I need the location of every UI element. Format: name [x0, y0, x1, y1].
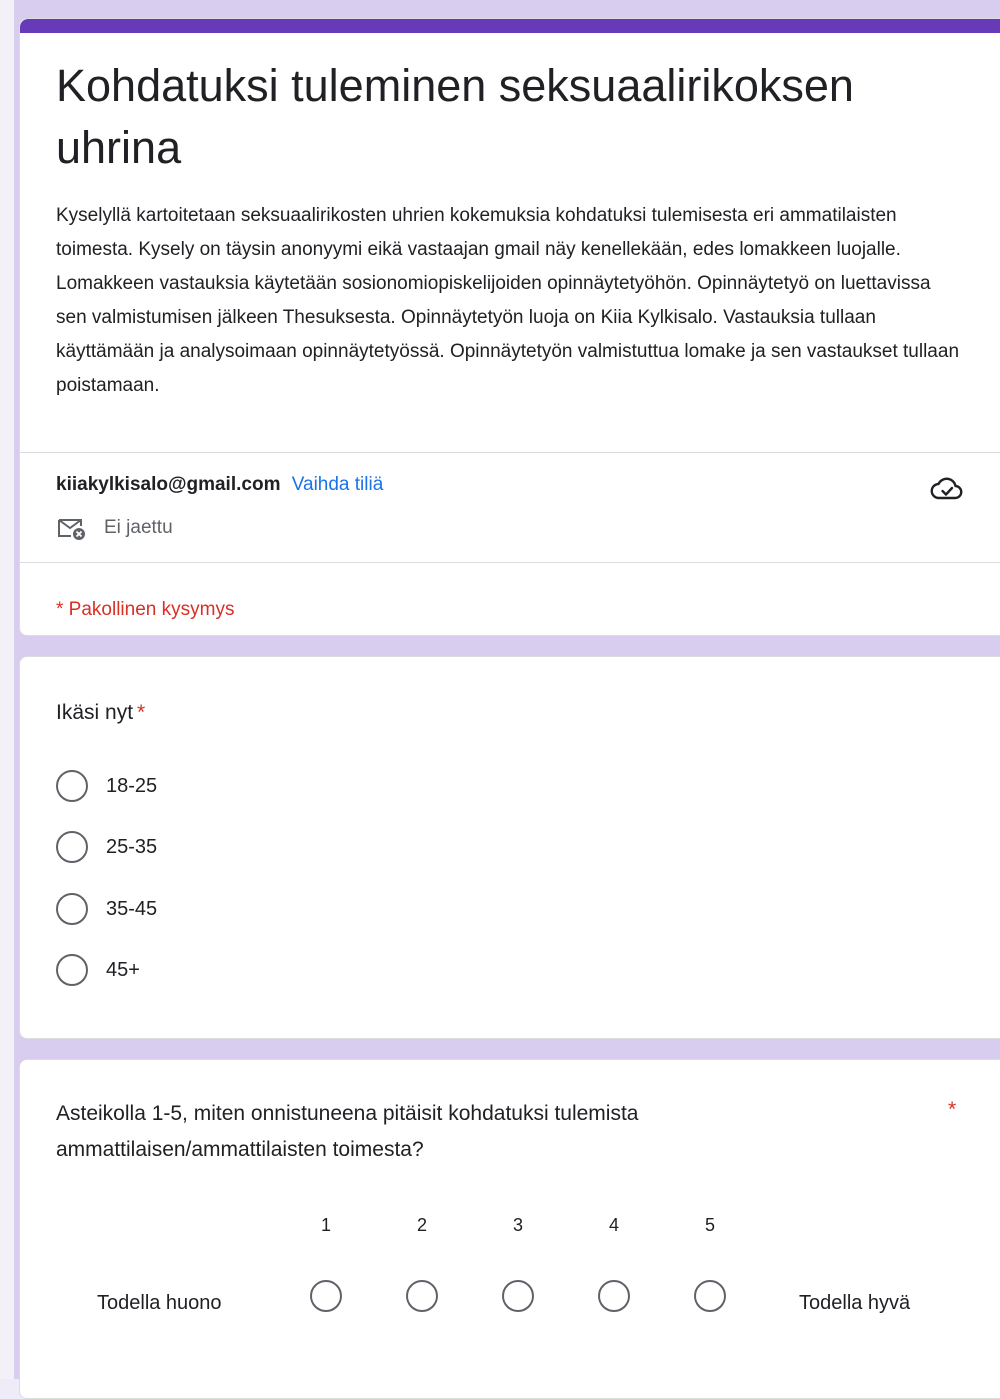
not-shared-label: Ei jaettu — [104, 517, 173, 538]
required-note: * Pakollinen kysymys — [56, 599, 235, 620]
required-asterisk: * — [948, 1098, 957, 1121]
cloud-check-icon — [930, 477, 963, 500]
radio-button[interactable] — [56, 893, 88, 925]
scale-number-2: 2 — [416, 1215, 427, 1235]
question-card-rating: Asteikolla 1-5, miten onnistuneena pitäi… — [19, 1059, 1000, 1399]
radio-label: 25-35 — [106, 835, 158, 858]
question-card-age: Ikäsi nyt * 18-25 25-35 35-45 45+ — [19, 656, 1000, 1039]
radio-option-25-35[interactable]: 25-35 — [56, 830, 157, 864]
left-margin — [0, 0, 14, 1379]
scale-number-3: 3 — [512, 1215, 523, 1235]
question-title: Ikäsi nyt * — [56, 695, 145, 731]
scale-number-1: 1 — [320, 1215, 331, 1235]
not-shared-row: Ei jaettu — [56, 513, 173, 543]
scale-high-label: Todella hyvä — [799, 1292, 911, 1314]
account-row: kiiakylkisalo@gmail.com Vaihda tiliä — [56, 471, 383, 499]
radio-option-35-45[interactable]: 35-45 — [56, 892, 157, 926]
radio-label: 45+ — [106, 958, 140, 981]
radio-button[interactable] — [56, 831, 88, 863]
divider — [20, 452, 1000, 453]
scale-number-4: 4 — [608, 1215, 619, 1235]
scale-radio-2[interactable] — [406, 1280, 438, 1312]
accent-bar — [20, 19, 1000, 33]
radio-label: 18-25 — [106, 774, 158, 797]
mail-off-icon — [58, 519, 85, 540]
form-title: Kohdatuksi tuleminen seksuaalirikoksen u… — [56, 60, 854, 173]
scale-number-5: 5 — [704, 1215, 715, 1235]
question-title-text: Ikäsi nyt — [56, 701, 134, 724]
account-email: kiiakylkisalo@gmail.com — [56, 474, 281, 495]
required-asterisk: * — [137, 701, 146, 724]
scale-radio-3[interactable] — [502, 1280, 534, 1312]
radio-option-18-25[interactable]: 18-25 — [56, 769, 157, 803]
switch-account-link[interactable]: Vaihda tiliä — [292, 474, 384, 495]
scale-radio-5[interactable] — [694, 1280, 726, 1312]
divider — [20, 562, 1000, 563]
radio-button[interactable] — [56, 770, 88, 802]
scale-radio-1[interactable] — [310, 1280, 342, 1312]
form-page: Kohdatuksi tuleminen seksuaalirikoksen u… — [0, 0, 1000, 1399]
scale-low-label: Todella huono — [97, 1292, 222, 1314]
radio-button[interactable] — [56, 954, 88, 986]
scale-radio-4[interactable] — [598, 1280, 630, 1312]
question-title: Asteikolla 1-5, miten onnistuneena pitäi… — [56, 1102, 639, 1161]
radio-option-45-plus[interactable]: 45+ — [56, 953, 140, 987]
form-header-card: Kohdatuksi tuleminen seksuaalirikoksen u… — [19, 18, 1000, 636]
form-description: Kyselyllä kartoitetaan seksuaalirikosten… — [56, 205, 960, 396]
radio-label: 35-45 — [106, 897, 158, 920]
